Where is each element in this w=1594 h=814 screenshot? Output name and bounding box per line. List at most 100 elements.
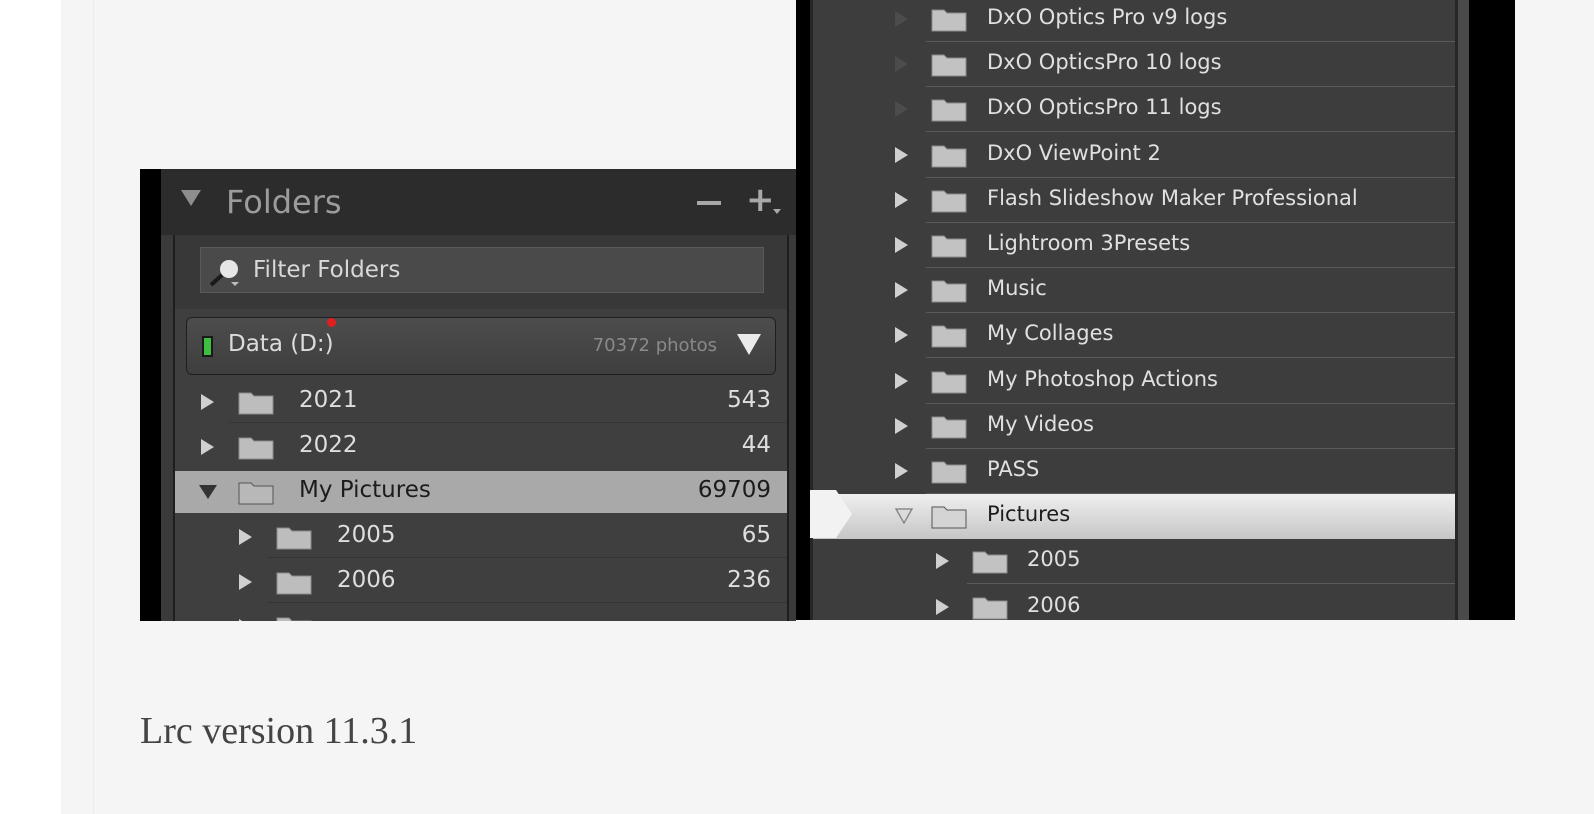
row-divider xyxy=(267,557,787,558)
expand-arrow-icon[interactable] xyxy=(201,439,214,455)
folder-name: DxO ViewPoint 2 xyxy=(987,140,1161,165)
expand-arrow-icon[interactable] xyxy=(895,282,908,299)
expand-arrow-icon[interactable] xyxy=(895,11,908,27)
selection-pointer-icon xyxy=(810,490,852,538)
folder-icon xyxy=(931,54,967,77)
folder-name: Music xyxy=(987,276,1047,301)
filter-bar: Filter Folders xyxy=(175,235,787,309)
folder-icon xyxy=(931,99,967,122)
folders-list: Filter Folders Data (D:) 70372 photos 20… xyxy=(173,235,789,621)
folder-icon xyxy=(931,325,967,348)
volume-header[interactable]: Data (D:) 70372 photos xyxy=(186,317,776,375)
expand-arrow-icon[interactable] xyxy=(895,56,908,73)
folder-row[interactable]: 2005 65 xyxy=(175,514,787,558)
expand-arrow-icon[interactable] xyxy=(239,574,252,590)
collapse-arrow-icon[interactable] xyxy=(895,508,913,525)
folder-name: My Videos xyxy=(987,411,1094,436)
folder-row[interactable]: 2021 543 xyxy=(175,379,787,423)
folder-row[interactable]: DxO OpticsPro 11 logs xyxy=(813,87,1455,133)
folder-icon xyxy=(972,551,1008,574)
expand-arrow-icon[interactable] xyxy=(239,529,252,545)
folder-row-selected[interactable]: My Pictures 69709 xyxy=(175,471,787,513)
folder-row-selected[interactable]: Pictures xyxy=(813,494,1455,540)
folder-tree-screenshot: DxO Optics Pro v9 logs DxO OpticsPro 10 l… xyxy=(796,0,1515,620)
folder-row[interactable]: 2006 236 xyxy=(175,559,787,603)
filter-folders-input[interactable]: Filter Folders xyxy=(200,247,764,293)
folder-name: My Collages xyxy=(987,321,1114,346)
folder-name: 2006 xyxy=(337,567,396,593)
expand-arrow-icon[interactable] xyxy=(895,191,908,208)
expand-arrow-icon[interactable] xyxy=(895,463,908,479)
folder-count: 44 xyxy=(741,432,771,458)
expand-arrow-icon[interactable] xyxy=(895,417,908,434)
add-folder-button[interactable]: + xyxy=(746,183,775,217)
folder-count: 69709 xyxy=(697,477,771,503)
folder-icon xyxy=(276,572,312,595)
folder-name: PASS xyxy=(987,457,1040,481)
collapse-triangle-icon[interactable] xyxy=(181,190,201,206)
column-edge xyxy=(93,0,94,814)
scrollbar[interactable] xyxy=(1458,0,1469,620)
folder-name: 2006 xyxy=(1027,592,1081,617)
row-divider xyxy=(267,602,787,603)
folder-icon xyxy=(931,280,967,303)
folder-name: 2005 xyxy=(1027,547,1081,572)
folder-icon xyxy=(238,482,274,505)
folder-row[interactable]: 2022 44 xyxy=(175,424,787,468)
folder-row-partial[interactable] xyxy=(175,604,787,621)
folder-name: DxO OpticsPro 11 logs xyxy=(987,95,1222,120)
volume-status-indicator xyxy=(202,336,213,357)
expand-arrow-icon[interactable] xyxy=(895,101,908,118)
folders-panel-screenshot: Folders + Filter Folders Data (D:) 70372… xyxy=(140,169,796,621)
folder-name: My Photoshop Actions xyxy=(987,366,1218,391)
folder-tree-panel: DxO Optics Pro v9 logs DxO OpticsPro 10 l… xyxy=(810,0,1458,620)
folder-row[interactable]: My Photoshop Actions xyxy=(813,359,1455,404)
folder-icon xyxy=(931,235,967,258)
folder-name: DxO Optics Pro v9 logs xyxy=(987,5,1228,29)
volume-name: Data (D:) xyxy=(228,331,334,357)
folders-panel-header[interactable]: Folders + xyxy=(161,169,796,235)
folder-row[interactable]: Music xyxy=(813,268,1455,314)
folder-count: 543 xyxy=(727,387,771,413)
row-divider xyxy=(229,422,787,423)
folder-row[interactable]: DxO ViewPoint 2 xyxy=(813,133,1455,178)
search-icon xyxy=(209,260,239,287)
expand-arrow-icon[interactable] xyxy=(936,553,949,570)
folder-row[interactable]: 2005 xyxy=(813,539,1455,585)
folder-name: 2005 xyxy=(337,522,396,548)
folder-row[interactable]: My Videos xyxy=(813,404,1455,449)
expand-arrow-icon[interactable] xyxy=(895,372,908,389)
filter-placeholder: Filter Folders xyxy=(253,257,401,283)
folder-row[interactable]: My Collages xyxy=(813,313,1455,359)
expand-arrow-icon[interactable] xyxy=(895,327,908,344)
volume-expand-triangle-icon[interactable] xyxy=(737,334,761,355)
folder-name: 2021 xyxy=(299,387,358,413)
expand-arrow-icon[interactable] xyxy=(936,598,949,615)
folder-row[interactable]: DxO OpticsPro 10 logs xyxy=(813,42,1455,88)
folder-row[interactable]: PASS xyxy=(813,449,1455,494)
expand-arrow-icon[interactable] xyxy=(895,146,908,163)
folder-icon xyxy=(931,461,967,484)
caption: Lrc version 11.3.1 xyxy=(140,710,418,752)
folder-icon xyxy=(931,416,967,439)
folder-count: 236 xyxy=(727,567,771,593)
folders-panel: Folders + Filter Folders Data (D:) 70372… xyxy=(161,169,796,621)
collapse-arrow-icon[interactable] xyxy=(199,485,217,499)
add-folder-caret-icon[interactable] xyxy=(773,209,781,214)
expand-arrow-icon[interactable] xyxy=(201,394,214,410)
expand-arrow-icon[interactable] xyxy=(239,619,252,621)
folder-row[interactable]: Flash Slideshow Maker Professional xyxy=(813,178,1455,223)
folder-icon xyxy=(238,437,274,460)
folder-row[interactable]: Lightroom 3Presets xyxy=(813,223,1455,268)
folder-name: My Pictures xyxy=(299,477,431,503)
folder-row[interactable]: DxO Optics Pro v9 logs xyxy=(813,0,1455,42)
folder-count: 65 xyxy=(741,522,771,548)
folder-icon xyxy=(931,506,967,529)
folder-name: 2022 xyxy=(299,432,358,458)
expand-arrow-icon[interactable] xyxy=(895,237,908,253)
folder-icon xyxy=(931,145,967,168)
remove-folder-button[interactable] xyxy=(697,201,721,205)
warning-dot-icon xyxy=(327,318,336,327)
folder-row[interactable]: 2006 xyxy=(813,585,1455,620)
folder-name: Flash Slideshow Maker Professional xyxy=(987,185,1358,210)
